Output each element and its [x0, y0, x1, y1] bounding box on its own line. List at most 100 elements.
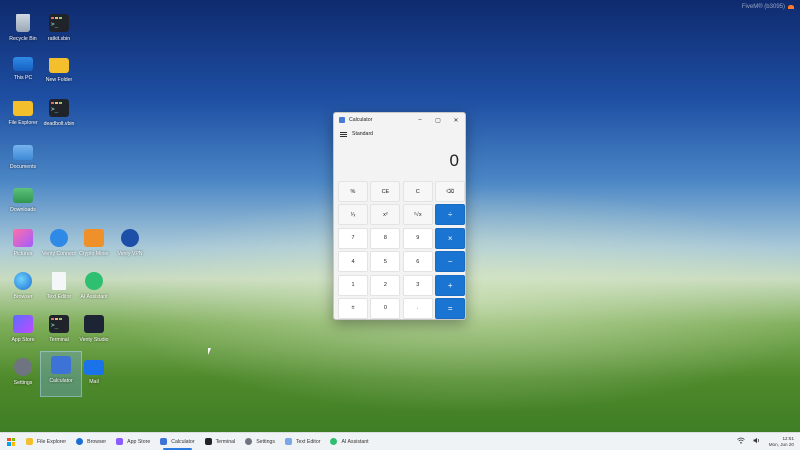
taskbar-item-browser[interactable]: Browser	[71, 433, 111, 450]
taskbar-item-ai-assistant[interactable]: AI Assistant	[325, 433, 373, 450]
taskbar-item-text-editor[interactable]: Text Editor	[280, 433, 326, 450]
mouse-cursor	[208, 348, 211, 355]
desktop-icon-app-store[interactable]: App Store	[3, 311, 43, 355]
add-key[interactable]: +	[435, 274, 466, 296]
vpn-shield-icon	[121, 229, 139, 247]
calculator-icon	[339, 117, 345, 123]
titlebar[interactable]: Calculator – ▢ ✕	[334, 113, 465, 127]
watermark: FiveM® (b3095)	[742, 4, 794, 10]
store-icon	[116, 438, 124, 445]
system-tray: 12:51 Mon, Jun 20	[736, 436, 800, 448]
divide-key[interactable]: ÷	[435, 204, 466, 226]
window-title: Calculator	[349, 117, 373, 123]
digit-3-key[interactable]: 3	[402, 274, 433, 296]
multiply-key[interactable]: ×	[435, 227, 466, 249]
taskbar-item-app-store[interactable]: App Store	[111, 433, 155, 450]
windows-logo-icon	[7, 437, 11, 441]
digit-9-key[interactable]: 9	[402, 227, 433, 249]
keypad: % CE C ⌫ ¹⁄ₓ x² ²√x ÷ 7 8 9 × 4 5 6 − 1 …	[334, 181, 466, 319]
mail-icon	[84, 360, 104, 375]
taskbar-item-calculator[interactable]: Calculator	[155, 433, 199, 450]
negate-key[interactable]: ±	[338, 297, 368, 319]
pictures-folder-icon	[13, 229, 33, 247]
volume-icon[interactable]	[753, 437, 761, 446]
digit-7-key[interactable]: 7	[338, 227, 368, 249]
gear-icon	[245, 438, 253, 445]
calculator-icon	[160, 438, 168, 445]
digit-4-key[interactable]: 4	[338, 251, 368, 273]
taskbar-item-settings[interactable]: Settings	[240, 433, 280, 450]
folder-icon	[49, 58, 69, 73]
desktop-icon-recycle-bin[interactable]: Recycle Bin	[3, 10, 43, 54]
desktop-icon-ai-assistant[interactable]: AI Assistant	[74, 268, 114, 312]
desktop-icon-mail[interactable]: Mail	[74, 354, 114, 398]
desktop-icon-new-folder[interactable]: New Folder	[39, 52, 79, 96]
taskbar-item-file-explorer[interactable]: File Explorer	[21, 433, 71, 450]
taskbar-item-terminal[interactable]: Terminal	[200, 433, 241, 450]
backspace-key[interactable]: ⌫	[435, 181, 466, 202]
terminal-file-icon	[49, 99, 69, 117]
clock[interactable]: 12:51 Mon, Jun 20	[769, 436, 794, 448]
documents-folder-icon	[13, 145, 33, 160]
desktop-icon-text-editor[interactable]: Text Editor	[39, 268, 79, 312]
miner-icon	[84, 229, 104, 247]
terminal-icon	[49, 315, 69, 333]
desktop-icon-venty-vpn[interactable]: Venty VPN	[110, 225, 150, 269]
downloads-folder-icon	[13, 188, 33, 203]
desktop-icon-settings[interactable]: Settings	[3, 354, 43, 398]
folder-icon	[26, 438, 33, 445]
calculator-window: Calculator – ▢ ✕ Standard 0 % CE C ⌫ ¹⁄ₓ…	[333, 112, 466, 320]
folder-icon	[13, 101, 33, 116]
digit-8-key[interactable]: 8	[370, 227, 401, 249]
chat-icon	[50, 229, 68, 247]
desktop: FiveM® (b3095) Recycle Bin ratkit.sbin T…	[0, 0, 800, 432]
digit-2-key[interactable]: 2	[370, 274, 401, 296]
clear-entry-key[interactable]: CE	[370, 181, 401, 202]
equals-key[interactable]: =	[435, 297, 466, 319]
mode-header: Standard	[334, 127, 465, 141]
clock-date: Mon, Jun 20	[768, 441, 794, 447]
desktop-icon-file-explorer[interactable]: File Explorer	[3, 95, 43, 139]
close-button[interactable]: ✕	[447, 113, 465, 127]
desktop-icon-browser[interactable]: Browser	[3, 268, 43, 312]
start-button[interactable]	[7, 437, 15, 446]
digit-1-key[interactable]: 1	[338, 274, 368, 296]
square-root-key[interactable]: ²√x	[402, 204, 433, 226]
desktop-icon-crypto-miner[interactable]: Crypto Miner	[74, 225, 114, 269]
decimal-key[interactable]: .	[402, 297, 433, 319]
desktop-icon-this-pc[interactable]: This PC	[3, 52, 43, 96]
maximize-button[interactable]: ▢	[429, 113, 447, 127]
desktop-icon-documents[interactable]: Documents	[3, 139, 43, 183]
desktop-icon-ratkit[interactable]: ratkit.sbin	[39, 10, 79, 54]
recycle-bin-icon	[16, 14, 30, 32]
calculator-icon	[51, 356, 71, 374]
digit-6-key[interactable]: 6	[402, 251, 433, 273]
square-key[interactable]: x²	[370, 204, 401, 226]
percent-key[interactable]: %	[338, 181, 368, 202]
monitor-icon	[13, 57, 33, 71]
minimize-button[interactable]: –	[411, 113, 429, 127]
mode-label: Standard	[352, 131, 374, 137]
digit-0-key[interactable]: 0	[370, 297, 401, 319]
ai-chat-icon	[85, 272, 103, 290]
desktop-icon-downloads[interactable]: Downloads	[3, 182, 43, 226]
desktop-icon-venty-studio[interactable]: Venty Studio	[74, 311, 114, 355]
subtract-key[interactable]: −	[435, 251, 466, 273]
ai-chat-icon	[330, 438, 338, 445]
reciprocal-key[interactable]: ¹⁄ₓ	[338, 204, 368, 226]
desktop-icon-venty-connect[interactable]: Venty Connect	[39, 225, 79, 269]
taskbar: File Explorer Browser App Store Calculat…	[0, 432, 800, 450]
digit-5-key[interactable]: 5	[370, 251, 401, 273]
wifi-icon[interactable]	[736, 437, 745, 446]
studio-icon	[84, 315, 104, 333]
terminal-icon	[204, 438, 212, 445]
desktop-icon-deadbolt[interactable]: deadbolt.vbin	[39, 95, 79, 139]
store-icon	[13, 315, 33, 333]
terminal-file-icon	[49, 14, 69, 32]
clear-key[interactable]: C	[402, 181, 433, 202]
desktop-icon-pictures[interactable]: Pictures	[3, 225, 43, 269]
notepad-icon	[52, 272, 66, 290]
menu-icon[interactable]	[340, 131, 347, 137]
globe-icon	[76, 438, 84, 445]
desktop-icon-terminal[interactable]: Terminal	[39, 311, 79, 355]
